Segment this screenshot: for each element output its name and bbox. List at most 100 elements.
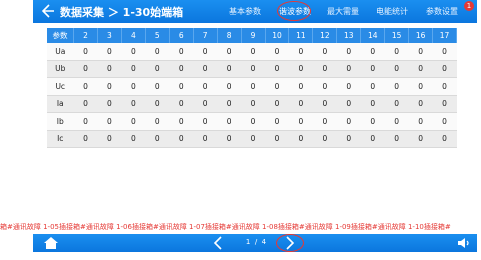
table-cell: 0 [384, 77, 409, 96]
table-cell: 0 [193, 112, 218, 131]
tab-energy-stats[interactable]: 电能统计 [376, 6, 408, 17]
column-header-param: 参数 [47, 28, 74, 43]
row-label: Ub [47, 60, 74, 78]
column-header-harmonic: 14 [360, 28, 386, 43]
table-cell: 0 [193, 43, 218, 61]
page-title: 数据采集 ＞ 1-30始端箱 [60, 6, 184, 19]
table-cell: 0 [121, 43, 146, 61]
annotation-ellipse [277, 1, 311, 21]
table-cell: 0 [73, 43, 98, 61]
table-cell: 0 [336, 77, 361, 96]
table-cell: 0 [432, 112, 457, 131]
table-cell: 0 [288, 95, 313, 113]
table-cell: 0 [121, 130, 146, 148]
table-cell: 0 [169, 112, 194, 131]
table-cell: 0 [265, 112, 289, 131]
table-cell: 0 [97, 43, 122, 61]
table-cell: 0 [336, 130, 361, 148]
top-bar: 数据采集 ＞ 1-30始端箱 基本参数 谐波参数 最大需量 电能统计 参数设置 … [33, 0, 477, 23]
row-label: Ic [47, 130, 74, 148]
table-cell: 0 [360, 60, 385, 78]
table-cell: 0 [336, 43, 361, 61]
table-cell: 0 [288, 43, 313, 61]
bottom-bar: 1 / 4 [33, 234, 477, 252]
table-row: Ub 0 0 0 0 0 0 0 0 0 0 0 0 0 0 0 0 [47, 60, 457, 78]
tab-basic-params[interactable]: 基本参数 [229, 6, 261, 17]
table-cell: 0 [312, 60, 337, 78]
table-cell: 0 [288, 77, 313, 96]
table-cell: 0 [241, 130, 265, 148]
column-header-harmonic: 8 [217, 28, 242, 43]
annotation-ellipse-next [276, 234, 304, 252]
table-cell: 0 [336, 60, 361, 78]
table-cell: 0 [432, 95, 457, 113]
table-cell: 0 [217, 43, 242, 61]
table-cell: 0 [145, 77, 170, 96]
table-body: Ua 0 0 0 0 0 0 0 0 0 0 0 0 0 0 0 0 Ub 0 0 0 0 0 0 0 0 0 0 0 0 0 0 0 0 Uc 0 0… [47, 43, 457, 148]
table-cell: 0 [360, 77, 385, 96]
table-cell: 0 [241, 95, 265, 113]
column-header-harmonic: 10 [265, 28, 290, 43]
column-header-harmonic: 12 [312, 28, 338, 43]
table-cell: 0 [265, 43, 289, 61]
table-cell: 0 [145, 130, 170, 148]
table-cell: 0 [193, 95, 218, 113]
tab-settings[interactable]: 参数设置 [426, 6, 458, 17]
table-row: Ic 0 0 0 0 0 0 0 0 0 0 0 0 0 0 0 0 [47, 130, 457, 148]
table-cell: 0 [408, 95, 433, 113]
table-cell: 0 [241, 77, 265, 96]
table-cell: 0 [145, 43, 170, 61]
table-cell: 0 [312, 77, 337, 96]
table-cell: 0 [97, 112, 122, 131]
table-header-row: 参数 2 3 4 5 6 7 8 9 10 11 12 13 14 15 16 17 [47, 28, 457, 43]
tab-max-demand[interactable]: 最大需量 [327, 6, 359, 17]
table-cell: 0 [97, 130, 122, 148]
table-cell: 0 [408, 130, 433, 148]
table-cell: 0 [217, 95, 242, 113]
table-cell: 0 [193, 130, 218, 148]
back-arrow-icon[interactable] [39, 3, 55, 19]
table-cell: 0 [73, 130, 98, 148]
table-row: Uc 0 0 0 0 0 0 0 0 0 0 0 0 0 0 0 0 [47, 77, 457, 96]
page-separator: / [254, 238, 258, 246]
table-cell: 0 [360, 112, 385, 131]
table-cell: 0 [217, 77, 242, 96]
table-cell: 0 [288, 60, 313, 78]
table-cell: 0 [241, 43, 265, 61]
column-header-harmonic: 15 [384, 28, 410, 43]
table-cell: 0 [169, 43, 194, 61]
table-cell: 0 [432, 77, 457, 96]
notification-badge: 1 [464, 1, 474, 11]
table-cell: 0 [217, 60, 242, 78]
table-cell: 0 [432, 130, 457, 148]
table-cell: 0 [288, 130, 313, 148]
row-label: Ua [47, 43, 74, 61]
table-cell: 0 [312, 112, 337, 131]
table-cell: 0 [121, 77, 146, 96]
table-cell: 0 [432, 43, 457, 61]
page-current: 1 [245, 238, 251, 246]
table-cell: 0 [97, 95, 122, 113]
column-header-harmonic: 6 [169, 28, 194, 43]
speaker-icon[interactable] [457, 237, 471, 249]
table-cell: 0 [145, 60, 170, 78]
table-cell: 0 [265, 95, 289, 113]
table-cell: 0 [288, 112, 313, 131]
home-icon[interactable] [43, 236, 59, 250]
table-cell: 0 [360, 95, 385, 113]
table-cell: 0 [265, 130, 289, 148]
table-cell: 0 [169, 77, 194, 96]
row-label: Ib [47, 112, 74, 131]
table-cell: 0 [336, 112, 361, 131]
column-header-harmonic: 9 [241, 28, 266, 43]
table-cell: 0 [384, 60, 409, 78]
column-header-harmonic: 13 [336, 28, 362, 43]
harmonic-table: 参数 2 3 4 5 6 7 8 9 10 11 12 13 14 15 16 17 Ua 0 0 0 0 0 0 0 0 0 0 0… [47, 28, 457, 148]
table-cell: 0 [265, 60, 289, 78]
table-row: Ib 0 0 0 0 0 0 0 0 0 0 0 0 0 0 0 0 [47, 112, 457, 131]
prev-page-icon[interactable] [213, 236, 223, 250]
table-cell: 0 [360, 43, 385, 61]
table-cell: 0 [408, 112, 433, 131]
table-cell: 0 [73, 112, 98, 131]
table-cell: 0 [169, 95, 194, 113]
